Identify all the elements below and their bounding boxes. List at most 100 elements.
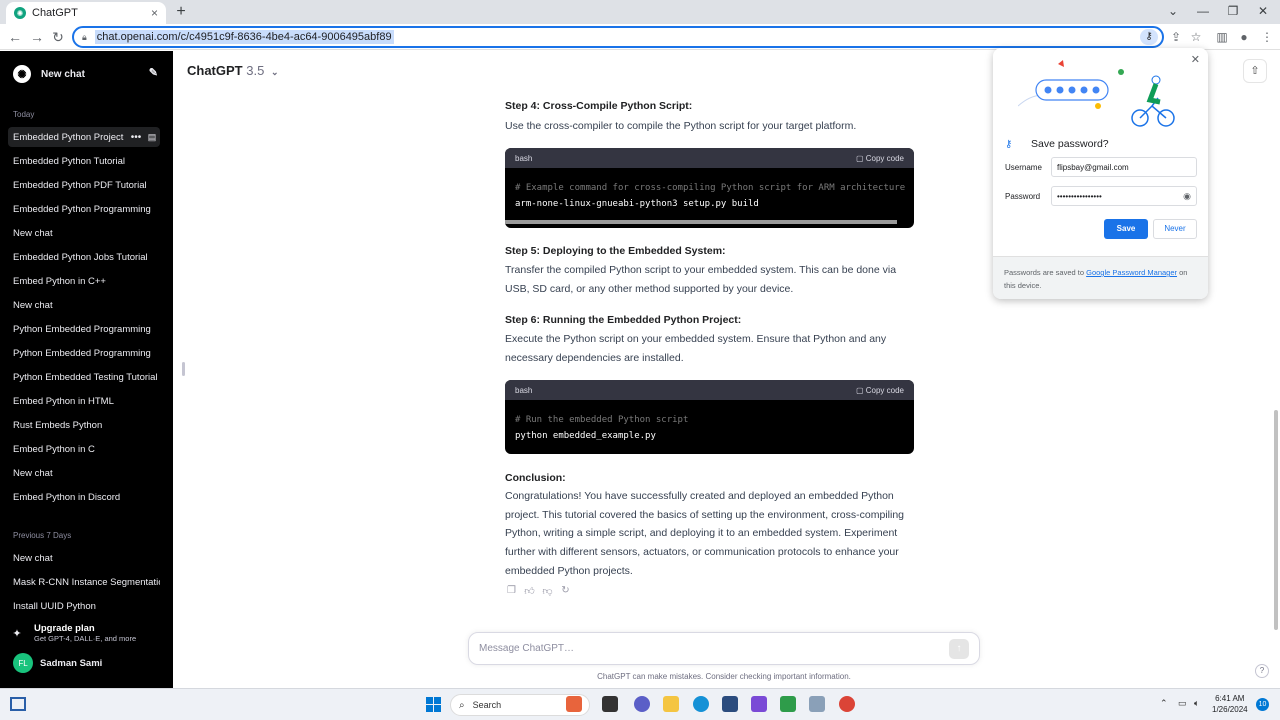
main-scrollbar[interactable] [1274, 410, 1278, 630]
taskbar-app-icon[interactable] [566, 696, 582, 712]
volume-icon[interactable]: 🔈︎ [1194, 698, 1199, 709]
key-icon: ⚷ [1005, 139, 1013, 150]
copy-code-button[interactable]: ▢ Copy code [856, 386, 904, 395]
side-panel-icon[interactable]: ▥ [1213, 28, 1231, 46]
regenerate-icon[interactable]: ↻ [560, 585, 571, 597]
sidebar-item[interactable]: Embedded Python Jobs Tutorial [8, 247, 160, 267]
close-window-button[interactable]: ✕ [1248, 2, 1278, 20]
model-selector[interactable]: ChatGPT 3.5 ⌄ [187, 63, 279, 78]
sidebar-item[interactable]: Embedded Python Tutorial [8, 151, 160, 171]
copy-icon[interactable]: ❐ [506, 585, 517, 597]
message-composer[interactable]: Message ChatGPT… ↑ [468, 632, 980, 665]
new-chat-button[interactable]: ✺ New chat ✎ [8, 63, 160, 85]
sidebar-item[interactable]: Embed Python in Discord [8, 487, 160, 507]
sidebar-item[interactable]: Embed Python in HTML [8, 391, 160, 411]
upgrade-title: Upgrade plan [34, 623, 95, 634]
sidebar-item[interactable]: Embedded Python Programming [8, 199, 160, 219]
minimize-button[interactable]: — [1188, 2, 1218, 20]
sidebar-item[interactable]: Python Embedded Programming [8, 343, 160, 363]
notification-badge[interactable]: 10 [1256, 698, 1269, 711]
sidebar-item[interactable]: Embed Python in C++ [8, 271, 160, 291]
chat-app-icon[interactable] [634, 696, 650, 712]
code-block: bash ▢ Copy code # Example command for c… [505, 148, 914, 228]
browser-menu-icon[interactable]: ⋮ [1258, 28, 1276, 46]
share-chat-button[interactable]: ⇧ [1243, 59, 1267, 83]
browser-tab[interactable]: ✺ ChatGPT × [6, 2, 166, 24]
lock-icon[interactable]: 🔒︎ [82, 32, 87, 43]
more-options-icon[interactable]: ••• [128, 132, 144, 143]
step6-heading: Step 6: Running the Embedded Python Proj… [505, 314, 742, 326]
password-key-icon[interactable]: ⚷ [1140, 29, 1158, 45]
url-text: chat.openai.com/c/c4951c9f-8636-4be4-ac6… [94, 30, 394, 44]
upgrade-subtitle: Get GPT-4, DALL·E, and more [34, 634, 137, 643]
tab-search-icon[interactable]: ⌄ [1158, 2, 1188, 20]
sidebar-item[interactable]: New chat [8, 463, 160, 483]
thumbs-down-icon[interactable]: 👎︎ [542, 585, 553, 597]
eye-icon[interactable]: ◉ [1183, 191, 1191, 202]
sidebar-item[interactable]: Install UUID Python [8, 596, 160, 616]
taskbar-clock[interactable]: 6:41 AM 1/26/2024 [1212, 693, 1248, 715]
app-icon[interactable] [751, 696, 767, 712]
reload-icon[interactable]: ↻ [48, 27, 68, 47]
store-icon[interactable] [722, 696, 738, 712]
sidebar-item[interactable]: Embedded Python PDF Tutorial [8, 175, 160, 195]
password-manager-link[interactable]: Google Password Manager [1086, 268, 1177, 277]
password-field[interactable]: •••••••••••••••• ◉ [1051, 186, 1197, 206]
sidebar-item-active[interactable]: Embedded Python Project ••• ▤ [8, 127, 160, 147]
save-button[interactable]: Save [1104, 219, 1148, 239]
tab-close-icon[interactable]: × [151, 6, 158, 20]
help-button[interactable]: ? [1255, 664, 1269, 678]
model-version: 3.5 [246, 63, 265, 78]
back-arrow-icon[interactable]: ← [5, 27, 25, 47]
tab-title: ChatGPT [32, 7, 78, 19]
send-button[interactable]: ↑ [949, 638, 969, 659]
network-icon[interactable]: ▭ [1178, 698, 1187, 709]
sidebar-item[interactable]: Rust Embeds Python [8, 415, 160, 435]
step4-heading: Step 4: Cross-Compile Python Script: [505, 100, 693, 112]
user-menu[interactable]: FL Sadman Sami [13, 653, 102, 673]
avatar: FL [13, 653, 33, 673]
user-name: Sadman Sami [40, 657, 103, 669]
chevron-down-icon: ⌄ [270, 67, 279, 77]
bookmark-star-icon[interactable]: ☆ [1187, 28, 1205, 46]
spreadsheet-app-icon[interactable] [780, 696, 796, 712]
search-icon: ⌕ [459, 699, 465, 711]
image-viewer-icon[interactable] [809, 696, 825, 712]
sidebar-item[interactable]: New chat [8, 223, 160, 243]
message-input[interactable]: Message ChatGPT… [479, 643, 949, 654]
thumbs-up-icon[interactable]: 👍︎ [524, 585, 535, 597]
edit-icon[interactable]: ✎ [149, 66, 158, 79]
copy-code-label: Copy code [865, 385, 904, 395]
username-field[interactable]: flipsbay@gmail.com [1051, 157, 1197, 177]
forward-arrow-icon[interactable]: → [27, 27, 47, 47]
close-icon[interactable]: ✕ [1191, 53, 1200, 66]
chrome-browser-icon[interactable] [839, 696, 855, 712]
never-button[interactable]: Never [1153, 219, 1197, 239]
profile-icon[interactable]: ● [1235, 28, 1253, 46]
sidebar-item[interactable]: New chat [8, 548, 160, 568]
code-horizontal-scrollbar[interactable] [505, 220, 897, 224]
address-bar[interactable]: 🔒︎ chat.openai.com/c/c4951c9f-8636-4be4-… [72, 26, 1164, 48]
sidebar-item[interactable]: Embed Python in C [8, 439, 160, 459]
sidebar-item[interactable]: Python Embedded Programming [8, 319, 160, 339]
widgets-icon[interactable] [10, 697, 26, 711]
file-explorer-icon[interactable] [663, 696, 679, 712]
tray-overflow-icon[interactable]: ⌃ [1160, 698, 1168, 709]
openai-logo-icon: ✺ [13, 65, 31, 83]
sidebar-collapse-handle[interactable] [182, 362, 185, 376]
windows-start-icon[interactable] [426, 697, 441, 712]
archive-icon[interactable]: ▤ [144, 132, 160, 143]
chatgpt-favicon-icon: ✺ [14, 7, 26, 19]
sidebar-item[interactable]: Mask R-CNN Instance Segmentation [8, 572, 160, 592]
clock-time: 6:41 AM [1215, 694, 1245, 703]
new-tab-button[interactable]: + [172, 3, 190, 21]
edge-browser-icon[interactable] [693, 696, 709, 712]
upgrade-plan-button[interactable]: ✦ Upgrade plan Get GPT-4, DALL·E, and mo… [8, 619, 160, 647]
task-view-icon[interactable] [602, 696, 618, 712]
sidebar-item[interactable]: Python Embedded Testing Tutorial [8, 367, 160, 387]
copy-code-button[interactable]: ▢ Copy code [856, 154, 904, 163]
maximize-button[interactable]: ❐ [1218, 2, 1248, 20]
share-icon[interactable]: ⇪ [1167, 28, 1185, 46]
sidebar-item-label: Embedded Python Project [13, 131, 124, 143]
sidebar-item[interactable]: New chat [8, 295, 160, 315]
